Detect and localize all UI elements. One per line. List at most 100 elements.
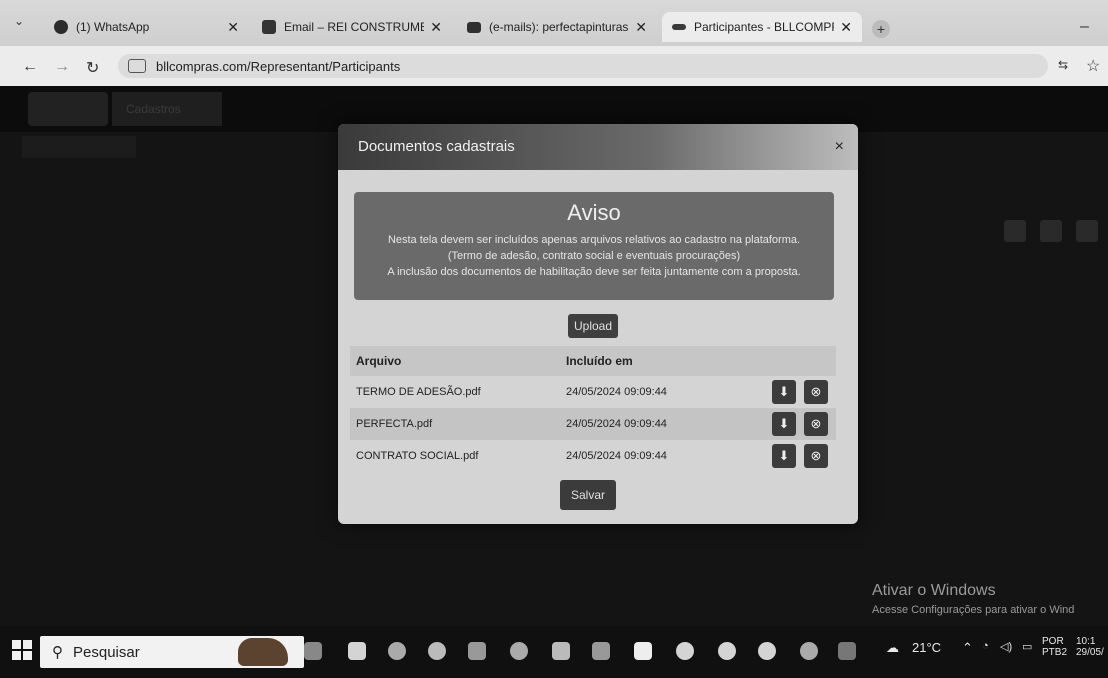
download-button[interactable]: ⬇: [772, 444, 796, 468]
search-highlight-image: [238, 638, 288, 666]
close-tab-icon[interactable]: ✕: [430, 19, 442, 36]
network-icon[interactable]: ◔: [982, 640, 989, 652]
new-tab-button[interactable]: +: [872, 20, 890, 38]
firefox-icon[interactable]: [428, 642, 446, 660]
battery-icon[interactable]: ▭: [1022, 640, 1032, 653]
delete-button[interactable]: ⊗: [804, 380, 828, 404]
background-action-button[interactable]: [1040, 220, 1062, 242]
delete-button[interactable]: ⊗: [804, 444, 828, 468]
site-info-icon[interactable]: [128, 59, 146, 73]
tab-email[interactable]: Email – REI CONSTRUMETAL – ( ✕: [252, 12, 452, 42]
volume-icon[interactable]: ◁): [1000, 640, 1012, 653]
task-view-icon[interactable]: [304, 642, 322, 660]
header-incluido-em: Incluído em: [566, 354, 633, 368]
spotify-icon[interactable]: [676, 642, 694, 660]
clock[interactable]: 10:1 29/05/: [1076, 636, 1104, 658]
forward-icon[interactable]: →: [54, 58, 70, 76]
back-icon[interactable]: ←: [22, 58, 38, 76]
clock-time: 10:1: [1076, 636, 1096, 647]
alert-line: A inclusão dos documentos de habilitação…: [387, 266, 801, 278]
document-icon[interactable]: [634, 642, 652, 660]
file-name: CONTRATO SOCIAL.pdf: [356, 450, 479, 462]
tab-label: Email – REI CONSTRUMETAL – (: [284, 20, 425, 34]
bll-icon: [672, 24, 686, 30]
tab-participantes[interactable]: Participantes - BLLCOMPRAS ✕: [662, 12, 862, 42]
table-header: Arquivo Incluído em: [350, 346, 836, 376]
tab-label: (e-mails): perfectapinturasind@: [489, 20, 629, 34]
minimize-icon[interactable]: –: [1080, 18, 1089, 36]
tab-search-chevron-icon[interactable]: ⌄: [14, 14, 24, 28]
translate-icon[interactable]: ⇆: [1058, 58, 1068, 72]
calculator-icon[interactable]: [592, 642, 610, 660]
download-icon: ⬇: [778, 448, 790, 463]
save-button[interactable]: Salvar: [560, 480, 616, 510]
documents-table: Arquivo Incluído em TERMO DE ADESÃO.pdf …: [350, 346, 836, 472]
watermark-subtitle: Acesse Configurações para ativar o Wind: [872, 604, 1075, 616]
mail-app-icon[interactable]: [552, 642, 570, 660]
bookmark-star-icon[interactable]: ☆: [1086, 56, 1100, 76]
tab-emails[interactable]: (e-mails): perfectapinturasind@ ✕: [457, 12, 657, 42]
upload-button[interactable]: Upload: [568, 314, 618, 338]
close-tab-icon[interactable]: ✕: [635, 19, 647, 36]
remove-icon: ⊗: [810, 416, 822, 431]
language-indicator[interactable]: POR PTB2: [1042, 636, 1067, 658]
reload-icon[interactable]: ↻: [86, 58, 99, 78]
background-button[interactable]: [22, 136, 136, 158]
delete-button[interactable]: ⊗: [804, 412, 828, 436]
file-explorer-icon[interactable]: [468, 642, 486, 660]
weather-icon[interactable]: ☁: [886, 640, 899, 656]
taskbar-search-box[interactable]: ⚲ Pesquisar: [40, 636, 304, 668]
chrome-icon[interactable]: [510, 642, 528, 660]
browser-tab-bar: ⌄ (1) WhatsApp ✕ Email – REI CONSTRUMETA…: [0, 0, 1108, 46]
spotify-alt-icon[interactable]: [758, 642, 776, 660]
close-tab-icon[interactable]: ✕: [227, 19, 239, 36]
modal-title: Documentos cadastrais: [358, 138, 515, 155]
tab-label: Participantes - BLLCOMPRAS: [694, 20, 834, 34]
table-row: CONTRATO SOCIAL.pdf 24/05/2024 09:09:44 …: [350, 440, 836, 472]
windows-taskbar: ⚲ Pesquisar ☁ 21°C ⌃ ◔ ◁) ▭ POR PTB2 10:…: [0, 626, 1108, 678]
download-button[interactable]: ⬇: [772, 380, 796, 404]
chrome-active-icon[interactable]: [800, 642, 818, 660]
download-icon: ⬇: [778, 416, 790, 431]
documentos-modal: Documentos cadastrais × Aviso Nesta tela…: [338, 124, 858, 524]
menu-label: Cadastros: [126, 102, 181, 116]
discord-icon[interactable]: [718, 642, 736, 660]
download-button[interactable]: ⬇: [772, 412, 796, 436]
alert-heading: Aviso: [567, 200, 621, 225]
windows-activation-watermark: Ativar o Windows Acesse Configurações pa…: [872, 582, 1074, 616]
background-action-button[interactable]: [1004, 220, 1026, 242]
edge-icon[interactable]: [388, 642, 406, 660]
tab-label: (1) WhatsApp: [76, 20, 150, 34]
tab-whatsapp[interactable]: (1) WhatsApp ✕: [44, 12, 249, 42]
close-icon[interactable]: ×: [835, 138, 844, 156]
temperature: 21°C: [912, 640, 942, 655]
whatsapp-icon: [54, 20, 68, 34]
remove-icon: ⊗: [810, 384, 822, 399]
search-placeholder: Pesquisar: [73, 643, 140, 661]
tray-chevron-icon[interactable]: ⌃: [962, 640, 973, 656]
table-row: TERMO DE ADESÃO.pdf 24/05/2024 09:09:44 …: [350, 376, 836, 408]
lang-top: POR: [1042, 636, 1064, 647]
lang-bottom: PTB2: [1042, 647, 1068, 658]
mail-icon: [467, 21, 481, 33]
url-text: bllcompras.com/Representant/Participants: [156, 58, 401, 74]
background-action-button[interactable]: [1076, 220, 1098, 242]
file-date: 24/05/2024 09:09:44: [566, 418, 667, 430]
file-date: 24/05/2024 09:09:44: [566, 450, 667, 462]
clock-date: 29/05/: [1076, 647, 1104, 658]
search-icon: ⚲: [52, 644, 63, 661]
excel-icon[interactable]: [838, 642, 856, 660]
address-bar-row: ← → ↻ bllcompras.com/Representant/Partic…: [0, 46, 1108, 86]
alert-line: Nesta tela devem ser incluídos apenas ar…: [387, 234, 801, 246]
url-field[interactable]: bllcompras.com/Representant/Participants: [118, 54, 1048, 78]
widgets-icon[interactable]: [348, 642, 366, 660]
menu-cadastros[interactable]: Cadastros: [112, 92, 222, 126]
modal-header: Documentos cadastrais ×: [338, 124, 858, 170]
outlook-icon: [262, 20, 276, 34]
aviso-alert: Aviso Nesta tela devem ser incluídos ape…: [354, 192, 834, 300]
file-name: TERMO DE ADESÃO.pdf: [356, 386, 481, 398]
windows-start-icon[interactable]: [12, 640, 32, 660]
table-row: PERFECTA.pdf 24/05/2024 09:09:44 ⬇ ⊗: [350, 408, 836, 440]
alert-line: (Termo de adesão, contrato social e even…: [447, 250, 741, 262]
close-tab-icon[interactable]: ✕: [840, 19, 852, 36]
